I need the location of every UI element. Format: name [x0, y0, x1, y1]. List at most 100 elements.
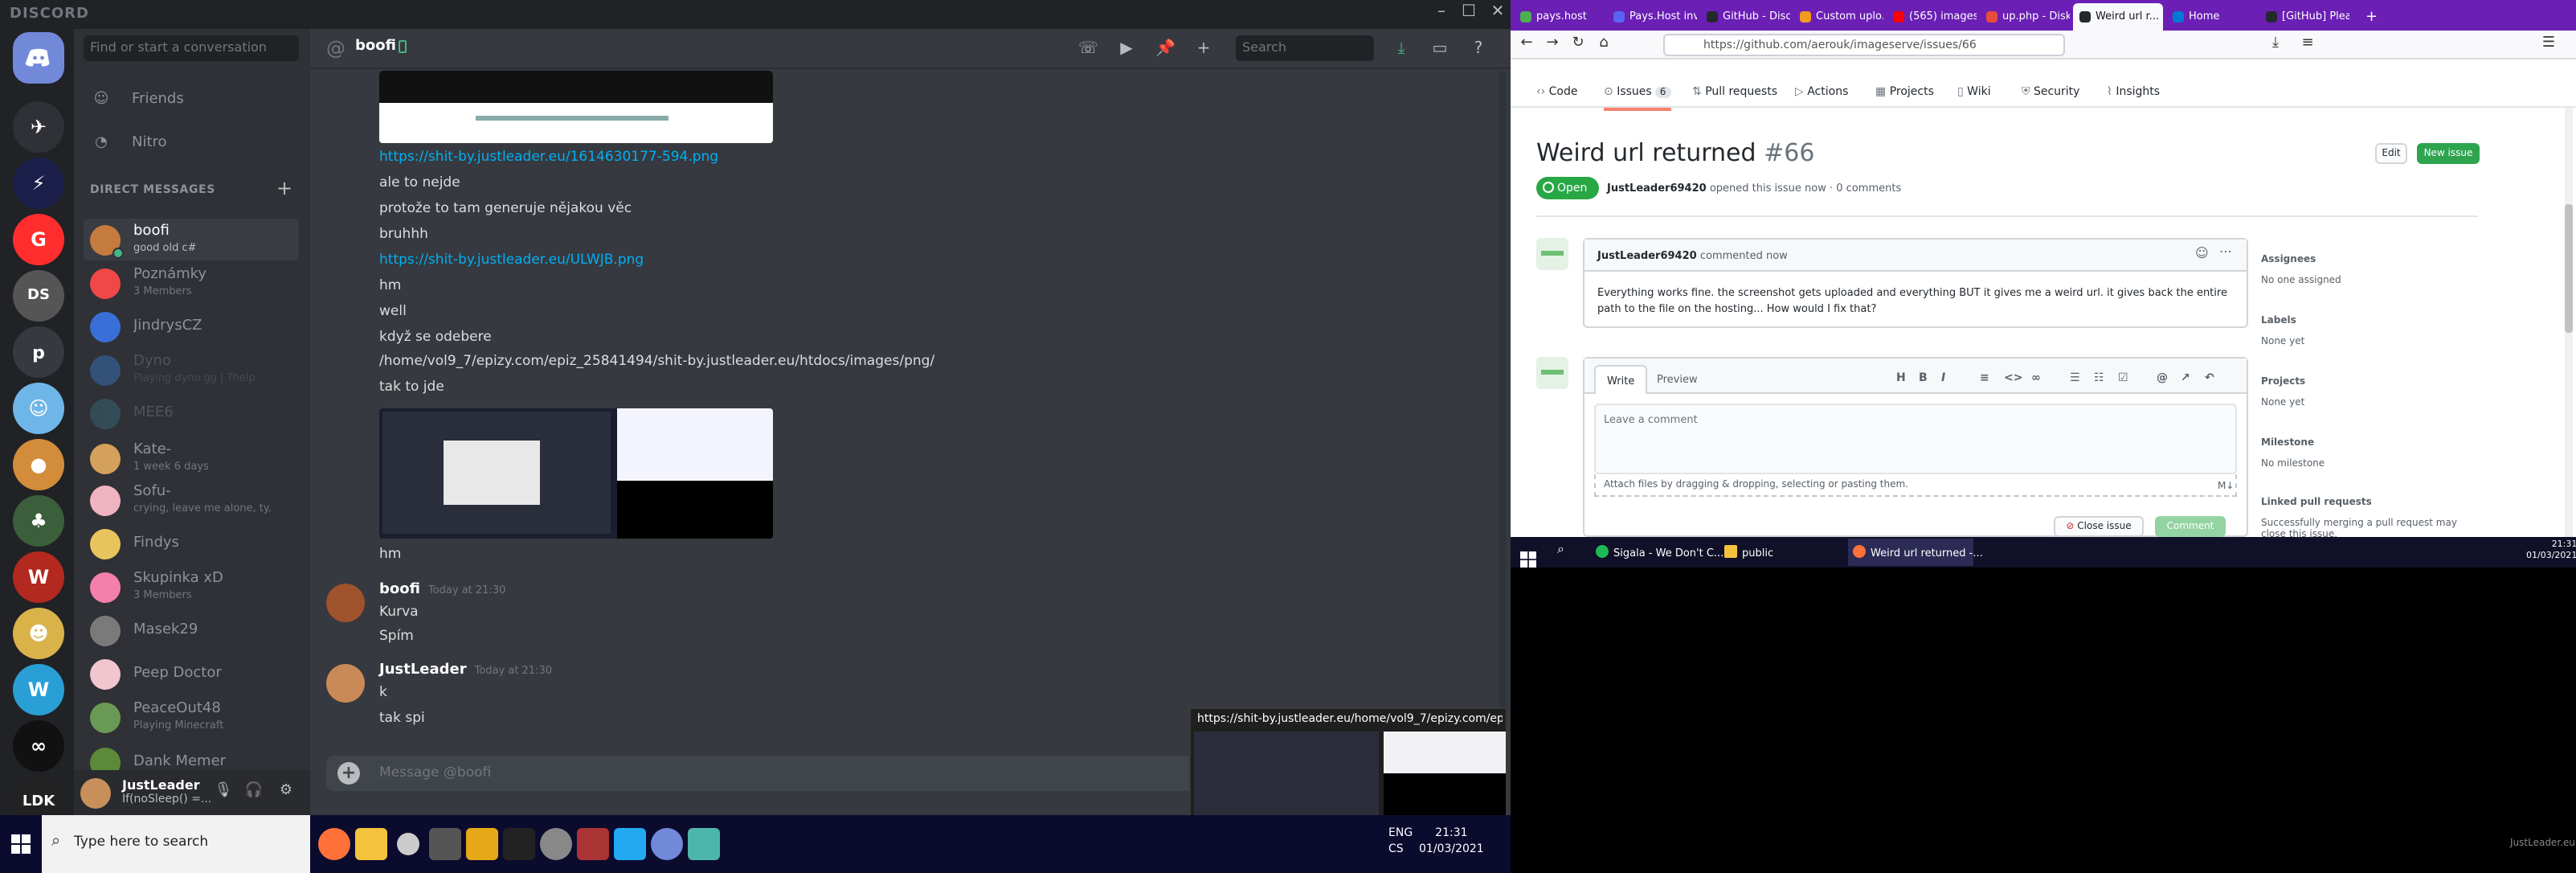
- server-icon[interactable]: ♣: [13, 495, 64, 547]
- page-scrollbar[interactable]: [2565, 108, 2573, 537]
- attach-hint[interactable]: Attach files by dragging & dropping, sel…: [1594, 474, 2237, 497]
- add-friend-icon[interactable]: +: [1194, 40, 1213, 59]
- heading-icon[interactable]: H: [1896, 371, 1906, 384]
- image-attachment[interactable]: [379, 71, 773, 143]
- server-icon[interactable]: W: [13, 664, 64, 715]
- browser-tab[interactable]: [GitHub] Plea...: [2259, 3, 2349, 31]
- avatar[interactable]: [1536, 238, 1568, 270]
- sidebar-section[interactable]: Labels None yet: [2261, 315, 2470, 347]
- mention-icon[interactable]: @: [2157, 371, 2168, 384]
- browser-tab[interactable]: pays.host: [1514, 3, 1604, 31]
- sidebar-section[interactable]: Milestone No milestone: [2261, 437, 2470, 469]
- reply-icon[interactable]: ↶: [2205, 371, 2214, 384]
- tab-preview[interactable]: Preview: [1646, 365, 1709, 394]
- taskbar-search-input[interactable]: ⌕ Type here to search: [42, 815, 310, 873]
- quote-icon[interactable]: ≡: [1980, 371, 1989, 384]
- sidebar-section[interactable]: Linked pull requests Successfully merging…: [2261, 497, 2470, 537]
- message-link[interactable]: https://shit-by.justleader.eu/1614630177…: [379, 150, 718, 166]
- back-icon[interactable]: ←: [1517, 35, 1536, 51]
- dm-item[interactable]: Findys: [84, 523, 299, 564]
- edit-button[interactable]: Edit: [2375, 143, 2407, 164]
- dm-item[interactable]: Kate- 1 week 6 days: [84, 437, 299, 479]
- maximize-icon[interactable]: ☐: [1456, 3, 1482, 21]
- download-icon[interactable]: ⤓: [1392, 40, 1411, 59]
- call-icon[interactable]: ☏: [1078, 40, 1098, 59]
- chat-scrollbar[interactable]: [1499, 71, 1506, 746]
- server-icon[interactable]: ✈: [13, 101, 64, 153]
- app-icon[interactable]: [429, 828, 461, 860]
- server-icon[interactable]: G: [13, 214, 64, 265]
- clock[interactable]: 21:31 01/03/2021: [2526, 540, 2576, 563]
- bold-icon[interactable]: B: [1919, 371, 1928, 384]
- emoji-icon[interactable]: ☺: [2195, 246, 2209, 260]
- repo-tab[interactable]: ▷ Actions: [1795, 85, 1848, 98]
- home-icon[interactable]: ⌂: [1594, 35, 1613, 51]
- window-preview[interactable]: https://shit-by.justleader.eu/home/vol9_…: [1189, 707, 1507, 817]
- image-attachment[interactable]: [379, 408, 773, 539]
- minimize-icon[interactable]: –: [1429, 3, 1454, 21]
- dm-item[interactable]: Sofu-crying, leave me alone, ty.: [84, 479, 299, 521]
- dm-item[interactable]: Skupinka xD 3 Members: [84, 566, 299, 608]
- reference-icon[interactable]: ↗: [2181, 371, 2190, 384]
- download-icon[interactable]: ⤓: [2266, 35, 2285, 51]
- bullet-list-icon[interactable]: ☰: [2070, 371, 2080, 384]
- taskbar-item-spotify[interactable]: Sigala - We Don't C...: [1591, 539, 1723, 566]
- numbered-list-icon[interactable]: ☷: [2094, 371, 2104, 384]
- new-issue-button[interactable]: New issue: [2417, 143, 2480, 164]
- new-dm-icon[interactable]: +: [276, 177, 292, 199]
- link-icon[interactable]: ∞: [2031, 371, 2041, 384]
- browser-tab[interactable]: Home: [2166, 3, 2256, 31]
- app-icon[interactable]: [688, 828, 720, 860]
- avatar[interactable]: [326, 664, 365, 703]
- friends-nav[interactable]: ☺ Friends: [84, 84, 299, 116]
- close-issue-button[interactable]: ⊘ Close issue: [2054, 516, 2144, 537]
- browser-tab[interactable]: (565) imagese...: [1887, 3, 1977, 31]
- repo-tab[interactable]: ▦ Projects: [1875, 85, 1934, 98]
- nitro-nav[interactable]: ◔ Nitro: [84, 127, 299, 159]
- video-icon[interactable]: ▶: [1117, 40, 1136, 59]
- chat-search-input[interactable]: Search: [1236, 35, 1374, 61]
- language-indicator[interactable]: ENG CS: [1388, 825, 1413, 857]
- server-icon[interactable]: ●: [13, 439, 64, 490]
- taskbar-item-folder[interactable]: public: [1719, 539, 1835, 566]
- server-icon[interactable]: p: [13, 326, 64, 378]
- browser-tab[interactable]: Custom uplo...: [1793, 3, 1883, 31]
- browser-tab[interactable]: GitHub - Disc...: [1700, 3, 1790, 31]
- dm-item[interactable]: Poznámky 3 Members: [84, 262, 299, 304]
- tab-write[interactable]: Write: [1594, 365, 1648, 394]
- avatar[interactable]: [326, 584, 365, 622]
- reload-icon[interactable]: ↻: [1568, 35, 1588, 51]
- comment-button[interactable]: Comment: [2155, 516, 2226, 537]
- dm-item[interactable]: Peep Doctor: [84, 653, 299, 695]
- italic-icon[interactable]: I: [1941, 371, 1945, 384]
- comment-textarea[interactable]: Leave a comment: [1594, 404, 2237, 474]
- server-icon[interactable]: ☻: [13, 608, 64, 659]
- browser-tab[interactable]: up.php - Disk: [1980, 3, 2070, 31]
- dm-item[interactable]: JindrysCZ: [84, 305, 299, 347]
- inbox-icon[interactable]: ▭: [1430, 40, 1450, 59]
- discord-icon[interactable]: [651, 828, 683, 860]
- browser-tab[interactable]: Pays.Host invite: [1607, 3, 1697, 31]
- repo-tab[interactable]: ▯ Wiki: [1957, 85, 1991, 98]
- task-list-icon[interactable]: ☑: [2118, 371, 2128, 384]
- menu-icon[interactable]: ☰: [2539, 35, 2558, 51]
- repo-tab[interactable]: ⇅ Pull requests: [1692, 85, 1777, 98]
- new-tab-icon[interactable]: +: [2359, 3, 2384, 31]
- address-input[interactable]: https://github.com/aerouk/imageserve/iss…: [1663, 34, 2065, 56]
- server-icon[interactable]: ⚡: [13, 158, 64, 209]
- repo-tab[interactable]: ⛨ Security: [2022, 85, 2079, 100]
- dm-item[interactable]: PeaceOut48 Playing Minecraft: [84, 696, 299, 738]
- help-icon[interactable]: ?: [1469, 40, 1488, 59]
- repo-tab[interactable]: ‹› Code: [1536, 85, 1578, 98]
- sidebar-section[interactable]: Projects None yet: [2261, 376, 2470, 408]
- dm-item[interactable]: MEE6: [84, 392, 299, 434]
- browser-tab[interactable]: Weird url r...: [2073, 3, 2163, 31]
- windows-start-icon[interactable]: [0, 815, 42, 873]
- folder-icon[interactable]: [466, 828, 498, 860]
- forward-icon[interactable]: →: [1543, 35, 1562, 51]
- message-author[interactable]: JustLeader Today at 21:30: [379, 662, 552, 678]
- music-icon[interactable]: [503, 828, 535, 860]
- server-icon[interactable]: DS: [13, 270, 64, 322]
- server-icon[interactable]: ∞: [13, 720, 64, 772]
- find-conversation-input[interactable]: Find or start a conversation: [84, 35, 299, 61]
